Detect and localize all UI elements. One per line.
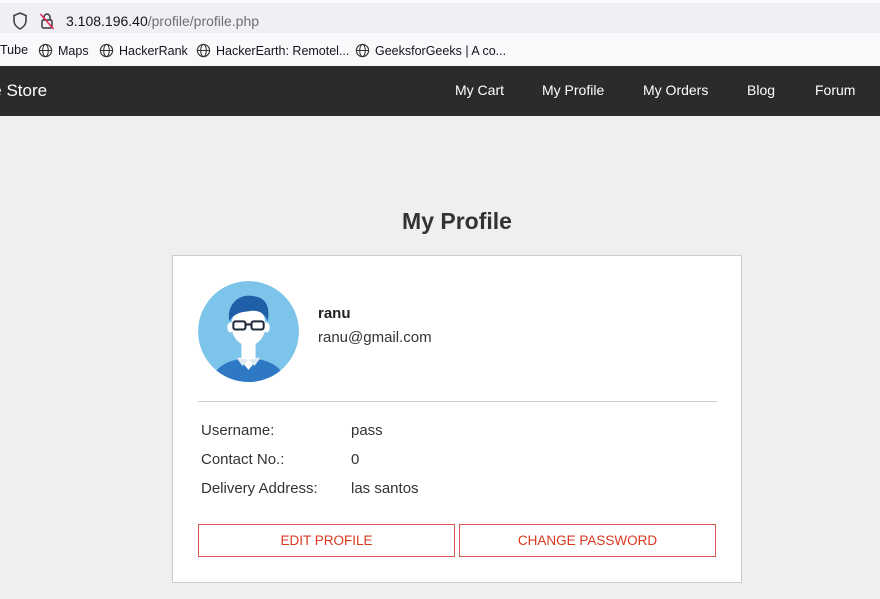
site-navbar: yle Store My Cart My Profile My Orders B…: [0, 66, 880, 116]
bookmarks-bar: Tube Maps HackerRank HackerEarth: Remote…: [0, 36, 880, 66]
avatar: [198, 281, 299, 382]
bookmark-label: Tube: [0, 43, 29, 57]
url-path: /profile/profile.php: [147, 13, 260, 29]
page-title: My Profile: [402, 208, 512, 234]
bookmark-maps[interactable]: Maps: [38, 43, 89, 58]
bookmark-label: GeeksforGeeks | A co...: [375, 43, 507, 58]
site-brand[interactable]: yle Store: [0, 81, 47, 101]
url-text[interactable]: 3.108.196.40/profile/profile.php: [66, 13, 259, 29]
change-password-button[interactable]: CHANGE PASSWORD: [459, 524, 716, 557]
username-value: pass: [351, 422, 383, 439]
url-host: 3.108.196.40: [66, 13, 148, 29]
insecure-lock-icon[interactable]: [39, 12, 55, 30]
nav-my-cart[interactable]: My Cart: [455, 82, 504, 98]
edit-profile-button[interactable]: EDIT PROFILE: [198, 524, 455, 557]
browser-toolbar: 3.108.196.40/profile/profile.php: [0, 0, 880, 36]
address-value: las santos: [351, 480, 419, 497]
nav-forum[interactable]: Forum: [815, 82, 855, 98]
profile-name: ranu: [318, 305, 351, 322]
profile-card: ranu ranu@gmail.com Username: pass Conta…: [172, 255, 742, 583]
divider: [198, 401, 717, 402]
shield-icon[interactable]: [12, 12, 28, 30]
bookmark-geeksforgeeks[interactable]: GeeksforGeeks | A co...: [355, 43, 506, 58]
globe-icon: [38, 43, 53, 58]
globe-icon: [355, 43, 370, 58]
contact-label: Contact No.:: [201, 451, 285, 468]
nav-my-orders[interactable]: My Orders: [643, 82, 708, 98]
address-label: Delivery Address:: [201, 480, 318, 497]
bookmark-label: Maps: [58, 43, 89, 58]
nav-blog[interactable]: Blog: [747, 82, 775, 98]
username-label: Username:: [201, 422, 275, 439]
globe-icon: [99, 43, 114, 58]
bookmark-hackerearth[interactable]: HackerEarth: Remotel...: [196, 43, 349, 58]
bookmark-label: HackerRank: [119, 43, 188, 58]
bookmark-tube[interactable]: Tube: [0, 43, 28, 57]
bookmark-hackerrank[interactable]: HackerRank: [99, 43, 188, 58]
address-bar[interactable]: 3.108.196.40/profile/profile.php: [0, 3, 880, 33]
nav-my-profile[interactable]: My Profile: [542, 82, 604, 98]
profile-email: ranu@gmail.com: [318, 329, 432, 346]
contact-value: 0: [351, 451, 360, 468]
globe-icon: [196, 43, 211, 58]
bookmark-label: HackerEarth: Remotel...: [216, 43, 350, 58]
